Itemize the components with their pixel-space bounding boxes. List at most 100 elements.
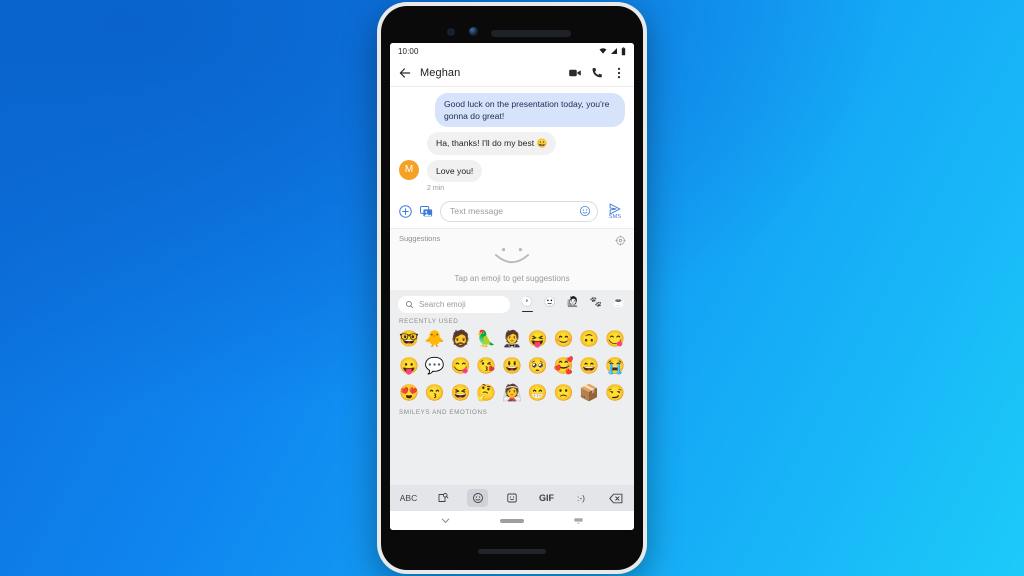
- emoji-cell[interactable]: 💬: [424, 354, 446, 379]
- suggestions-panel: Suggestions Tap an emoji to get suggesti…: [390, 227, 634, 290]
- suggestions-hint: Tap an emoji to get suggestions: [454, 273, 570, 283]
- front-camera-icon: [447, 28, 455, 36]
- phone-device: 10:00 Meghan Good luck on the presentati…: [377, 2, 647, 574]
- back-arrow-icon[interactable]: [398, 66, 412, 80]
- message-timestamp: 2 min: [427, 184, 445, 192]
- abc-key[interactable]: ABC: [398, 489, 419, 507]
- message-bubble-outgoing[interactable]: Good luck on the presentation today, you…: [435, 93, 625, 128]
- emoji-cell[interactable]: 🧔: [450, 327, 472, 352]
- recent-tab-icon: 🕐: [520, 296, 534, 308]
- emoji-row: 😍 😙 😆 🤔 👰 😁 🙁 📦 😏: [397, 380, 627, 407]
- emoji-cell[interactable]: 🦜: [475, 327, 497, 352]
- emoji-cell[interactable]: 🥰: [553, 354, 575, 379]
- sticker-search-key[interactable]: [433, 489, 454, 507]
- image-gallery-icon[interactable]: [419, 204, 434, 219]
- emoji-face-icon: [472, 493, 483, 503]
- dismiss-keyboard-chevron-icon[interactable]: [440, 515, 451, 526]
- signal-icon: [611, 48, 617, 54]
- wifi-icon: [599, 48, 607, 54]
- send-button[interactable]: SMS: [604, 203, 626, 220]
- search-input[interactable]: Search emoji: [398, 295, 510, 313]
- gif-key[interactable]: GIF: [536, 489, 557, 507]
- emoji-key[interactable]: [467, 489, 488, 507]
- food-tab-icon: ☕: [612, 296, 626, 308]
- people-tab[interactable]: 🙋: [566, 297, 580, 313]
- compose-bar: Text message SMS: [390, 195, 634, 228]
- phone-screen: 10:00 Meghan Good luck on the presentati…: [390, 43, 634, 530]
- emoji-cell[interactable]: 😍: [398, 381, 420, 406]
- search-icon: [406, 300, 414, 309]
- backspace-key[interactable]: [605, 489, 626, 507]
- animals-tab-icon: 🐾: [589, 296, 603, 308]
- emoji-row: 😛 💬 😋 😘 😃 🥺 🥰 😄 😭: [397, 353, 627, 380]
- emoji-cell[interactable]: 😝: [527, 327, 549, 352]
- emoji-cell[interactable]: 🤓: [398, 327, 420, 352]
- emoji-row: 🤓 🐥 🧔 🦜 🤵 😝 😊 🙃 😋: [397, 326, 627, 353]
- kaomoji-key[interactable]: :-): [571, 489, 592, 507]
- bottom-speaker-grille: [478, 549, 546, 554]
- smileys-tab-icon: 🙂: [543, 296, 557, 308]
- smiley-outline-icon: [495, 247, 529, 263]
- status-time: 10:00: [398, 46, 419, 56]
- emoji-cell[interactable]: 😙: [424, 381, 446, 406]
- phone-bezel: 10:00 Meghan Good luck on the presentati…: [381, 6, 643, 570]
- text-message-placeholder: Text message: [450, 206, 504, 217]
- message-bubble-incoming[interactable]: Ha, thanks! I'll do my best 😀: [427, 132, 557, 155]
- conversation-header: Meghan: [390, 59, 634, 87]
- emoji-cell[interactable]: 😁: [527, 381, 549, 406]
- conversation-title: Meghan: [420, 66, 461, 79]
- people-tab-icon: 🙋: [566, 296, 580, 308]
- sticker-icon: [507, 493, 517, 503]
- message-thread: Good luck on the presentation today, you…: [390, 87, 634, 196]
- video-call-icon[interactable]: [568, 66, 582, 80]
- emoji-cell[interactable]: 😘: [475, 354, 497, 379]
- phone-call-icon[interactable]: [590, 66, 604, 80]
- battery-icon: [621, 46, 626, 55]
- emoji-cell[interactable]: 🐥: [424, 327, 446, 352]
- keyboard-switch-icon[interactable]: [573, 515, 584, 526]
- emoji-category-tabs: 🕐 🙂 🙋 🐾 ☕: [516, 297, 626, 313]
- text-message-input[interactable]: Text message: [440, 200, 598, 222]
- smileys-tab[interactable]: 🙂: [543, 297, 557, 313]
- emoji-cell[interactable]: 😛: [398, 354, 420, 379]
- emoji-cell[interactable]: 😋: [604, 327, 626, 352]
- emoji-cell[interactable]: 🥺: [527, 354, 549, 379]
- plus-circle-icon[interactable]: [398, 204, 413, 219]
- search-placeholder: Search emoji: [419, 299, 466, 309]
- system-navigation-bar: [390, 511, 634, 530]
- emoji-cell[interactable]: 👰: [501, 381, 523, 406]
- emoji-picker-panel: Search emoji 🕐 🙂 🙋 🐾 ☕ RECENTLY USED 🤓 🐥…: [390, 289, 634, 485]
- suggestions-body: Tap an emoji to get suggestions: [399, 243, 625, 283]
- emoji-cell[interactable]: 😄: [578, 354, 600, 379]
- emoji-cell[interactable]: 🤔: [475, 381, 497, 406]
- emoji-picker-toolbar: Search emoji 🕐 🙂 🙋 🐾 ☕: [390, 290, 634, 316]
- emoji-cell[interactable]: 😋: [450, 354, 472, 379]
- status-bar: 10:00: [390, 43, 634, 59]
- overflow-menu-icon[interactable]: [612, 66, 626, 80]
- message-bubble-incoming[interactable]: Love you!: [427, 159, 483, 182]
- earpiece-speaker: [491, 30, 571, 37]
- food-tab[interactable]: ☕: [612, 297, 626, 313]
- message-row-outgoing: Good luck on the presentation today, you…: [390, 93, 634, 128]
- emoji-cell[interactable]: 😭: [604, 354, 626, 379]
- emoji-cell[interactable]: 🙃: [578, 327, 600, 352]
- send-sms-label: SMS: [608, 213, 622, 220]
- section-label-recently-used: Recently used: [399, 317, 459, 325]
- front-camera-secondary-icon: [469, 27, 478, 36]
- message-row-incoming: M Love you!: [390, 159, 634, 182]
- emoji-cell[interactable]: 😆: [450, 381, 472, 406]
- emoji-cell[interactable]: 🤵: [501, 327, 523, 352]
- emoji-cell[interactable]: 😃: [501, 354, 523, 379]
- background-canvas: 10:00 Meghan Good luck on the presentati…: [0, 0, 1024, 576]
- emoji-cell[interactable]: 📦: [578, 381, 600, 406]
- home-pill[interactable]: [499, 518, 524, 523]
- gear-icon[interactable]: [615, 235, 626, 246]
- emoji-cell[interactable]: 😊: [553, 327, 575, 352]
- emoji-face-icon[interactable]: [579, 205, 591, 217]
- keyboard-bottom-bar: ABC GIF:-): [390, 485, 634, 511]
- emoji-cell[interactable]: 🙁: [553, 381, 575, 406]
- recent-tab[interactable]: 🕐: [520, 297, 534, 313]
- emoji-cell[interactable]: 😏: [604, 381, 626, 406]
- animals-tab[interactable]: 🐾: [589, 297, 603, 313]
- sticker-key[interactable]: [502, 489, 523, 507]
